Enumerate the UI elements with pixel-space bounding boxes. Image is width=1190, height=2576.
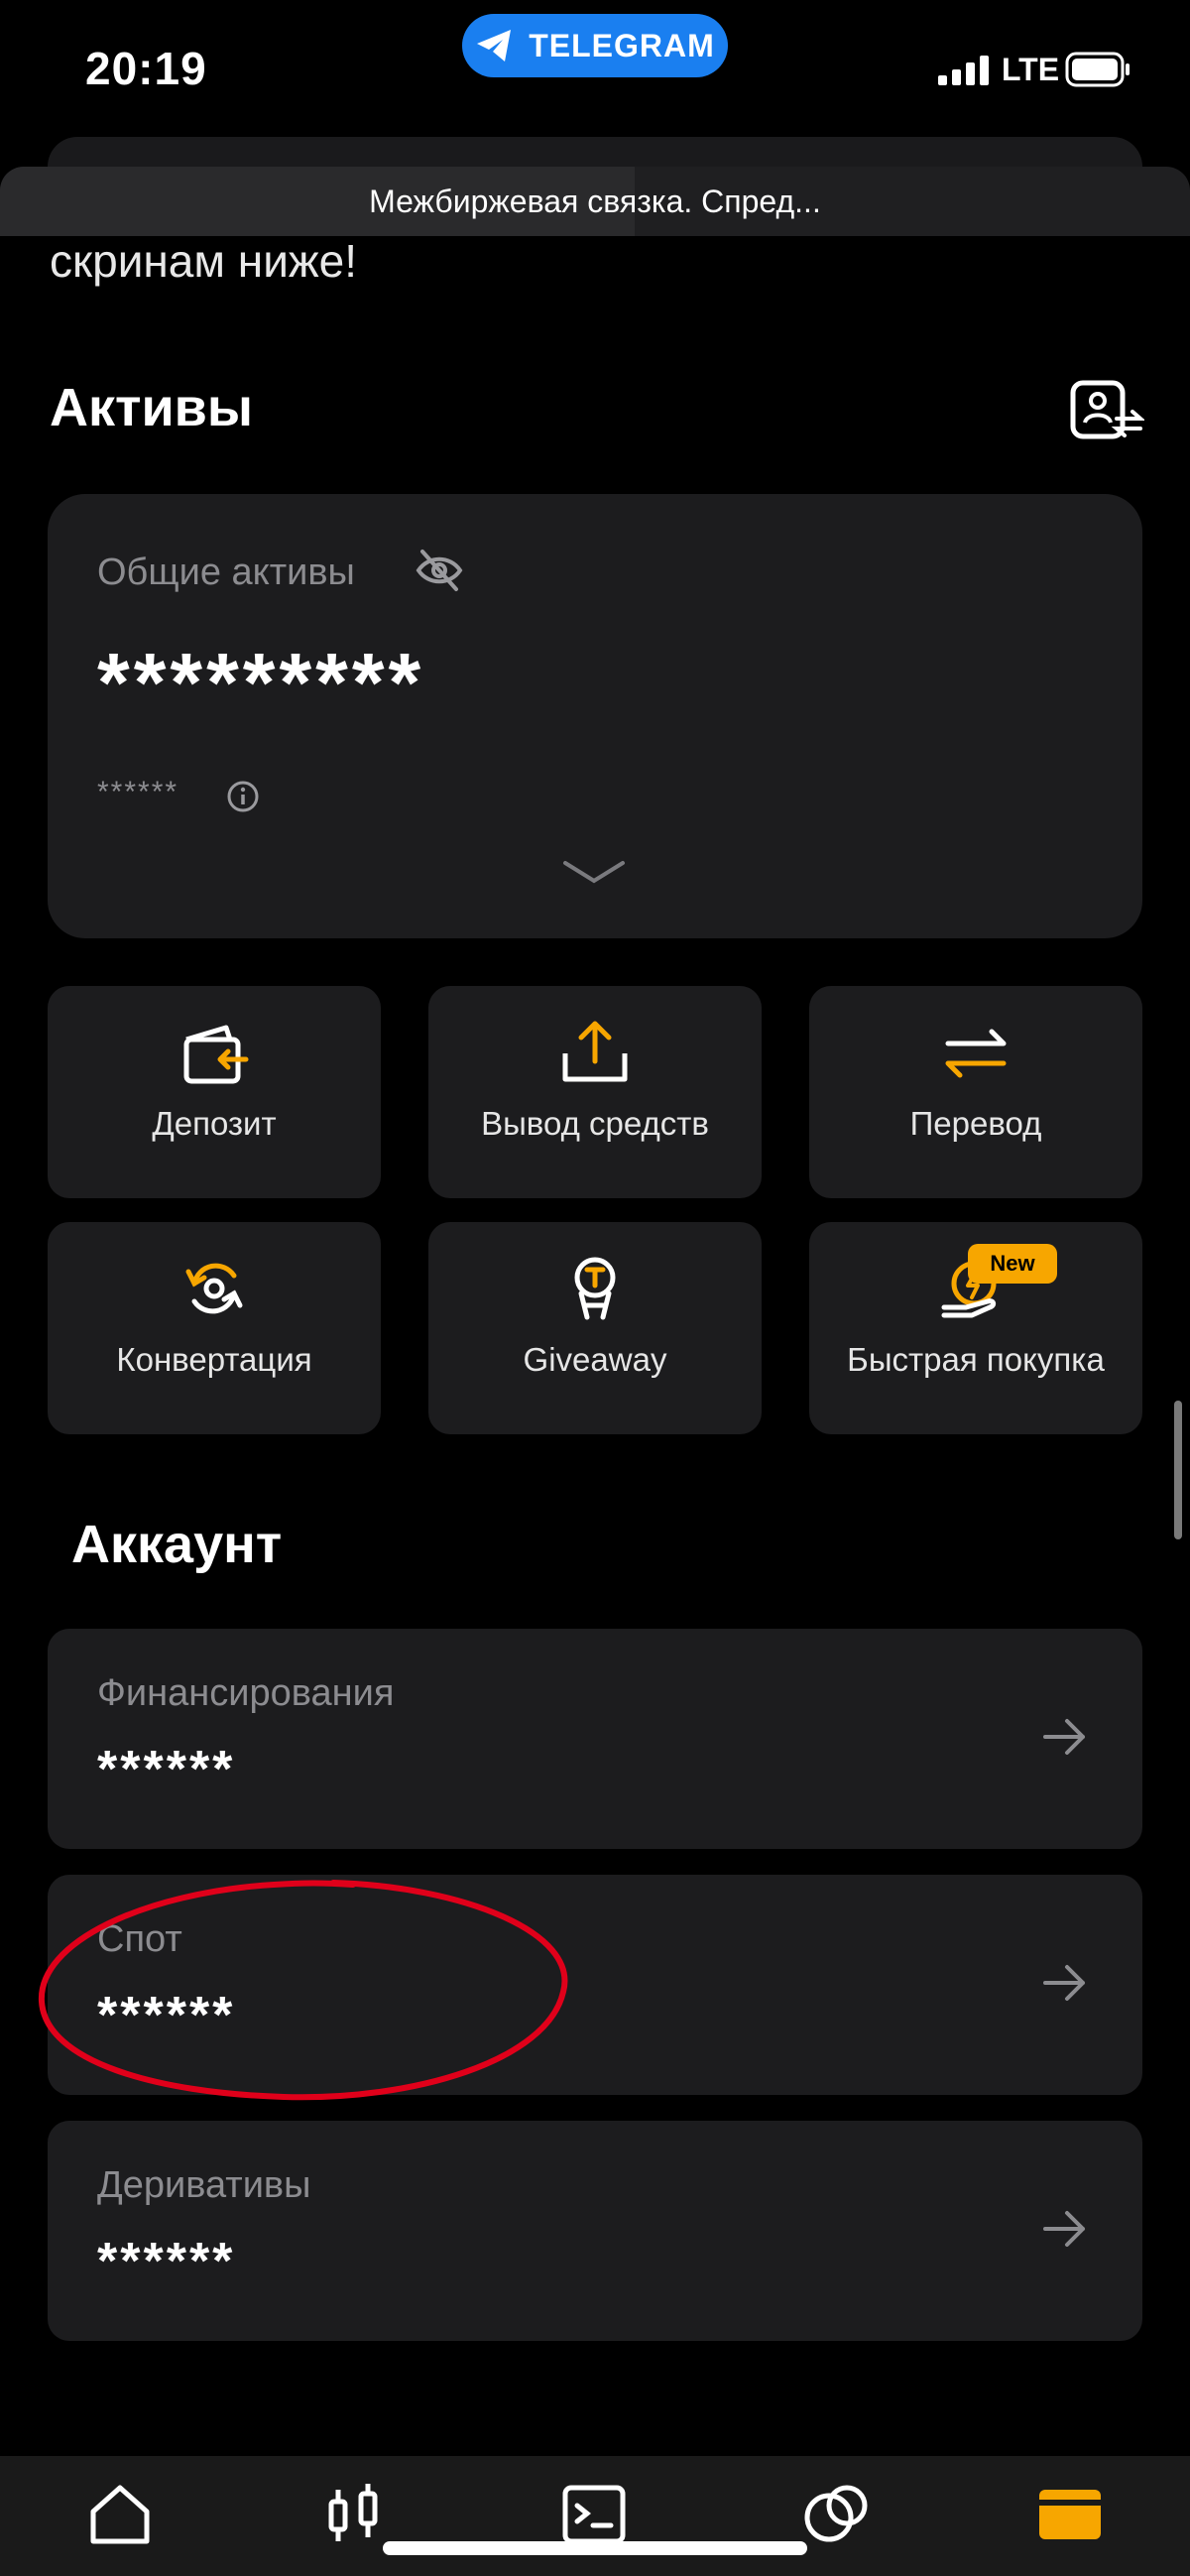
markets-icon[interactable]: [319, 2480, 389, 2549]
action-label: Вывод средств: [481, 1105, 709, 1142]
deposit-icon: [183, 1025, 249, 1084]
arrow-right-icon: [1043, 2211, 1085, 2247]
signal-icon: [938, 56, 989, 85]
account-row-derivatives[interactable]: Деривативы ******: [48, 2121, 1142, 2341]
earn-icon[interactable]: [801, 2480, 871, 2549]
total-assets-label: Общие активы: [97, 552, 355, 593]
action-label: Конвертация: [116, 1341, 312, 1378]
red-annotation-oval: [38, 1880, 568, 2101]
transfer-icon: [945, 1029, 1007, 1078]
action-giveaway[interactable]: Giveaway: [428, 1222, 762, 1434]
withdraw-icon: [562, 1021, 628, 1082]
account-row-funding[interactable]: Финансирования ******: [48, 1629, 1142, 1849]
home-indicator[interactable]: [383, 2541, 807, 2555]
info-icon[interactable]: [226, 780, 260, 813]
action-label: Быстрая покупка: [847, 1341, 1105, 1378]
giveaway-icon: [574, 1257, 616, 1320]
hide-balance-icon[interactable]: [415, 548, 464, 593]
new-badge: New: [968, 1244, 1057, 1284]
action-label: Депозит: [152, 1105, 277, 1142]
arrow-right-icon: [1043, 1719, 1085, 1755]
bottom-nav: [0, 2456, 1190, 2576]
account-row-value: ******: [97, 2233, 236, 2290]
convert-icon: [185, 1263, 243, 1314]
home-icon[interactable]: [85, 2480, 155, 2549]
total-assets-sub: ******: [97, 776, 179, 808]
telegram-icon: [477, 30, 512, 61]
account-row-label: Деривативы: [97, 2164, 311, 2206]
action-label: Giveaway: [523, 1341, 667, 1378]
intro-text: скринам ниже!: [50, 235, 358, 287]
action-withdraw[interactable]: Вывод средств: [428, 986, 762, 1198]
action-label: Перевод: [909, 1105, 1042, 1142]
account-row-value: ******: [97, 1741, 236, 1798]
network-type: LTE: [1002, 52, 1060, 87]
status-time: 20:19: [85, 43, 207, 94]
trade-icon[interactable]: [559, 2480, 629, 2549]
account-row-label: Финансирования: [97, 1672, 395, 1714]
account-heading: Аккаунт: [71, 1515, 283, 1574]
telegram-return-pill[interactable]: TELEGRAM: [462, 14, 728, 77]
arrow-right-icon: [1043, 1965, 1085, 2001]
action-quick-buy[interactable]: New Быстрая покупка: [809, 1222, 1142, 1434]
battery-icon: [1065, 52, 1130, 87]
total-assets-value: *********: [97, 636, 425, 729]
telegram-pill-label: TELEGRAM: [529, 27, 715, 63]
action-transfer[interactable]: Перевод: [809, 986, 1142, 1198]
webview-title: Межбиржевая связка. Спред...: [369, 184, 821, 219]
chevron-down-icon[interactable]: [561, 857, 627, 887]
action-deposit[interactable]: Депозит: [48, 986, 381, 1198]
assets-heading: Активы: [50, 378, 253, 437]
account-switch-icon[interactable]: [1069, 379, 1144, 440]
action-convert[interactable]: Конвертация: [48, 1222, 381, 1434]
scrollbar[interactable]: [1174, 1401, 1182, 1539]
wallet-icon[interactable]: [1035, 2480, 1105, 2549]
